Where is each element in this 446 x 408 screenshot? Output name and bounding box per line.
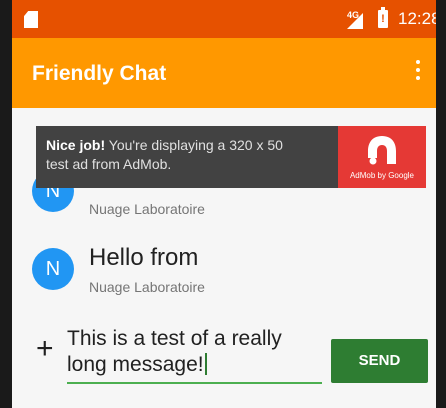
- input-line-2-text: long message!: [67, 353, 204, 376]
- app-title: Friendly Chat: [32, 62, 167, 85]
- sim-card-icon: [24, 11, 38, 28]
- send-button[interactable]: SEND: [331, 339, 428, 383]
- input-line-2: long message!: [67, 352, 322, 378]
- admob-logo[interactable]: AdMob by Google: [338, 126, 426, 188]
- status-bar: 4G 12:28: [12, 0, 436, 38]
- ad-banner[interactable]: Nice job! You're displaying a 320 x 50 t…: [36, 126, 426, 188]
- app-screen: 4G 12:28 Friendly Chat N Hello from Nuag…: [12, 0, 436, 408]
- device-frame-left: [0, 0, 12, 408]
- admob-logo-icon: [368, 136, 396, 165]
- battery-alert-icon: [378, 7, 388, 28]
- ad-text: Nice job! You're displaying a 320 x 50 t…: [46, 136, 346, 174]
- ad-line-1: You're displaying a 320 x 50: [105, 137, 283, 153]
- input-line-1: This is a test of a really: [67, 327, 282, 350]
- message-composer: + This is a test of a really long messag…: [12, 320, 436, 390]
- app-bar: Friendly Chat: [12, 38, 436, 108]
- text-cursor: [204, 353, 207, 375]
- message-sender: Nuage Laboratoire: [89, 201, 205, 217]
- ad-headline: Nice job!: [46, 137, 106, 153]
- avatar: N: [32, 248, 74, 290]
- message-input[interactable]: This is a test of a really long message!: [67, 326, 322, 384]
- device-frame-right: [436, 0, 446, 408]
- message-sender: Nuage Laboratoire: [89, 279, 205, 295]
- message-item: N Hello from Nuage Laboratoire: [32, 240, 412, 300]
- network-type-label: 4G: [347, 10, 360, 20]
- message-text: Hello from: [89, 244, 199, 271]
- plus-icon[interactable]: +: [36, 334, 54, 364]
- status-clock: 12:28: [398, 9, 436, 28]
- ad-line-2: test ad from AdMob.: [46, 156, 172, 172]
- ad-logo-text: AdMob by Google: [349, 171, 415, 180]
- overflow-menu-icon[interactable]: [414, 60, 422, 84]
